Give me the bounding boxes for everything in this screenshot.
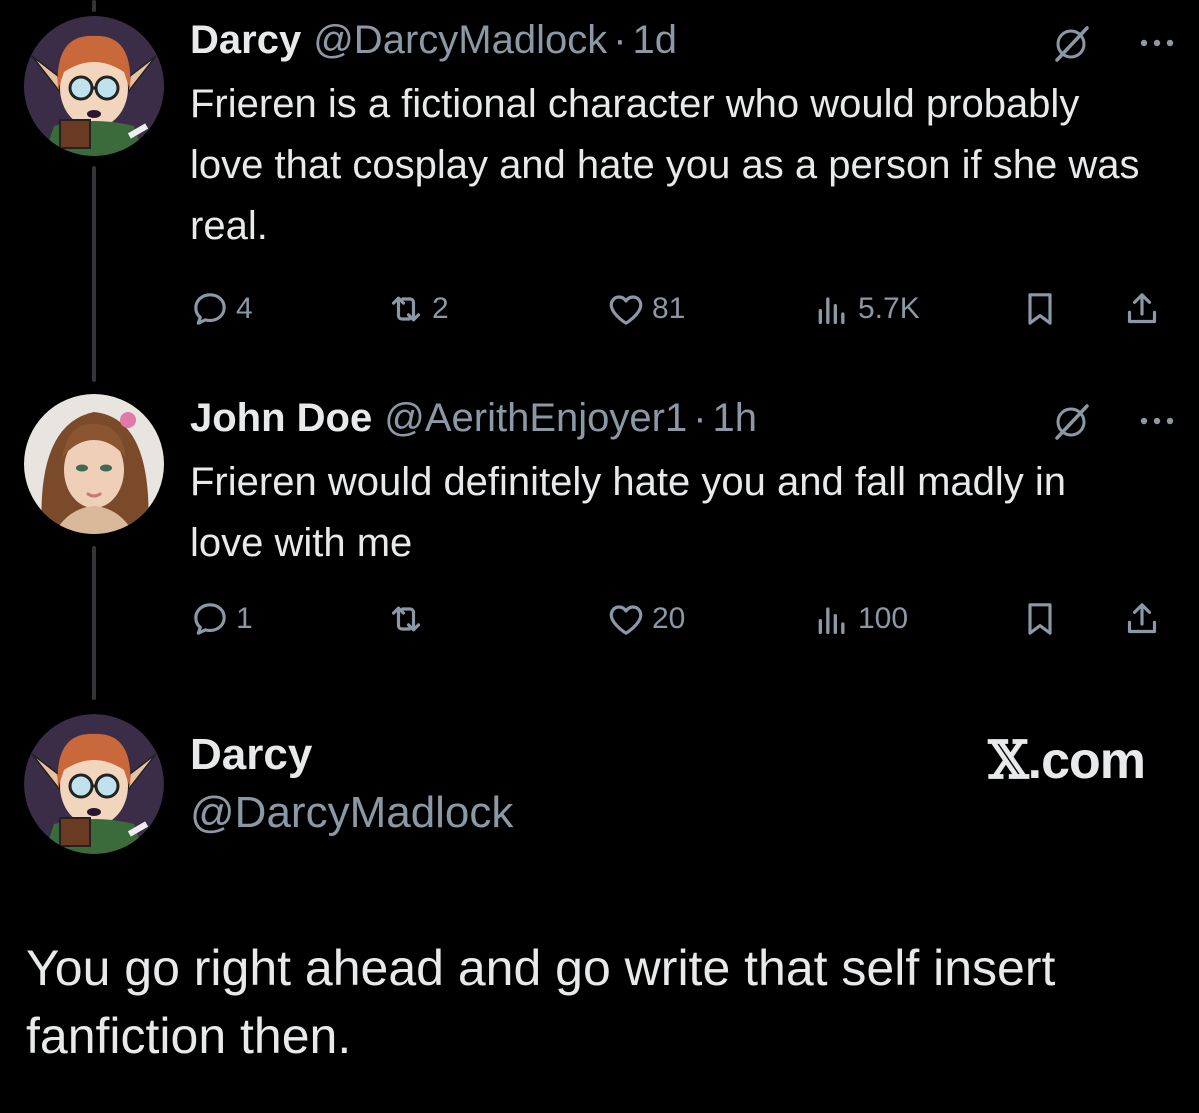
repost-count: 2: [432, 292, 449, 325]
brand-suffix: .com: [1027, 732, 1146, 790]
x-logo-icon: 𝕏: [988, 730, 1028, 791]
avatar[interactable]: [24, 394, 164, 534]
repost-icon: [391, 296, 421, 322]
view-count: 100: [858, 602, 909, 635]
share-button[interactable]: [1122, 594, 1162, 644]
bookmark-icon: [1028, 293, 1052, 325]
share-button[interactable]: [1122, 284, 1162, 334]
view-count: 5.7K: [858, 292, 920, 325]
author-name[interactable]: Darcy: [190, 18, 301, 63]
repost-icon: [391, 606, 421, 632]
author-name[interactable]: John Doe: [190, 396, 372, 441]
reply-count: 4: [236, 292, 253, 325]
like-button[interactable]: 20: [606, 594, 685, 644]
author-handle[interactable]: @DarcyMadlock: [190, 788, 513, 838]
views-button[interactable]: 5.7K: [812, 284, 920, 334]
like-count: 81: [652, 292, 686, 325]
reply-icon: [194, 293, 226, 325]
views-icon: [818, 297, 845, 324]
thread-line: [92, 546, 96, 700]
reply-button[interactable]: 4: [190, 284, 253, 334]
bookmark-button[interactable]: [1020, 284, 1060, 334]
more-icon[interactable]: [1135, 404, 1179, 438]
post-header: John Doe @AerithEnjoyer1 · 1h: [190, 390, 1179, 446]
action-bar: 1 20 100: [190, 594, 1179, 644]
share-icon: [1127, 293, 1157, 324]
bookmark-button[interactable]: [1020, 594, 1060, 644]
avatar[interactable]: [24, 16, 164, 156]
more-icon[interactable]: [1135, 26, 1179, 60]
thread-line: [92, 166, 96, 382]
separator: ·: [693, 395, 707, 440]
action-bar: 4 2 81 5.7K: [190, 284, 1179, 334]
like-button[interactable]: 81: [606, 284, 685, 334]
author-name[interactable]: Darcy: [190, 730, 312, 780]
post-text: Frieren would definitely hate you and fa…: [190, 460, 1067, 565]
author-handle[interactable]: @DarcyMadlock: [313, 18, 607, 63]
reply-button[interactable]: 1: [190, 594, 253, 644]
repost-button[interactable]: [386, 594, 432, 644]
thread-line: [92, 0, 96, 12]
views-icon: [818, 607, 845, 634]
share-icon: [1127, 603, 1157, 634]
reply-icon: [194, 603, 226, 635]
post-header: Darcy @DarcyMadlock · 1d: [190, 12, 1179, 68]
views-button[interactable]: 100: [812, 594, 908, 644]
grok-icon[interactable]: [1051, 24, 1091, 64]
avatar[interactable]: [24, 714, 164, 854]
bookmark-icon: [1028, 603, 1052, 635]
post-text: Frieren is a fictional character who wou…: [190, 82, 1140, 248]
author-handle[interactable]: @AerithEnjoyer1: [384, 396, 687, 441]
like-count: 20: [652, 602, 686, 635]
timestamp[interactable]: 1h: [713, 396, 758, 441]
reply-count: 1: [236, 602, 253, 635]
separator: ·: [613, 17, 627, 62]
heart-icon: [609, 295, 643, 325]
grok-icon[interactable]: [1051, 402, 1091, 442]
timestamp[interactable]: 1d: [633, 18, 678, 63]
quote-text: You go right ahead and go write that sel…: [26, 940, 1056, 1064]
repost-button[interactable]: 2: [386, 284, 449, 334]
x-brand-logo: 𝕏.com: [988, 730, 1146, 791]
heart-icon: [609, 605, 643, 635]
